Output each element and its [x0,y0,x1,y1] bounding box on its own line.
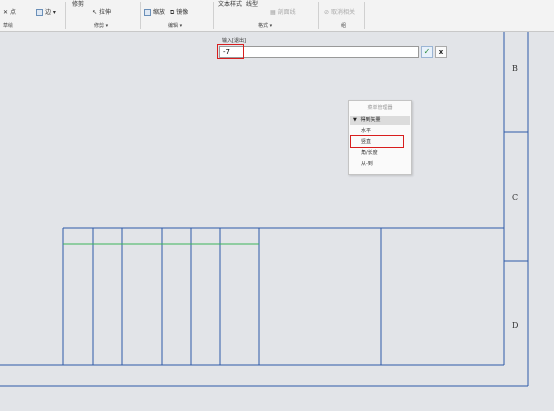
input-prompt-label: 输入[退出] [222,38,246,44]
checkmark-icon: ✓ [423,47,431,56]
zone-label-c: C [512,193,519,202]
point-button[interactable]: ✕ 点 [3,9,16,17]
cancel-related-button[interactable]: ⊘ 取消相关 [324,9,355,17]
edge-button[interactable]: 边 ▾ [45,9,56,17]
ribbon-separator [364,2,365,29]
zone-label-d: D [512,321,519,330]
scale-icon [144,9,151,16]
triangle-down-icon: ▼ [353,117,357,123]
group-format: 格式 ▾ [258,23,273,29]
trim-button[interactable]: 修剪 [72,1,84,9]
menu-item-angle-length[interactable]: 角/长度 [361,149,378,157]
group-edit: 编辑 ▾ [168,23,183,29]
mirror-label: 镜像 [176,9,189,16]
menu-title: 菜单管理器 [367,105,393,111]
mirror-button[interactable]: ⧉ 镜像 [170,9,188,17]
edge-label: 边 [45,9,52,16]
line-type-button[interactable]: 线型 [246,1,258,9]
point-label: 点 [9,9,16,16]
text-style-button[interactable]: 文本样式 [218,1,242,9]
ribbon-separator [318,2,319,29]
value-input[interactable]: -7 [219,46,419,58]
cancel-related-label: 取消相关 [330,9,355,16]
drawing-canvas[interactable] [0,32,554,411]
cross-hatch-button[interactable]: ▦ 剖面线 [270,9,296,17]
stretch-label: 拉伸 [98,9,111,16]
menu-highlight-box [350,135,404,148]
input-highlight-box [217,44,244,59]
close-icon: x [438,48,444,56]
edge-icon [36,9,43,16]
group-arrange: 组 [341,23,347,29]
stretch-button[interactable]: ↖ 拉伸 [92,9,111,17]
menu-item-from-to[interactable]: 从-到 [361,160,373,168]
ribbon-separator [140,2,141,29]
cross-hatch-label: 剖面线 [277,9,296,16]
ribbon-separator [65,2,66,29]
ribbon: ✕ 点 边 ▾ 草绘 修剪 ↖ 拉伸 修剪 ▾ 缩放 ⧉ 镜像 编辑 ▾ 文本样… [0,0,554,32]
menu-section-header[interactable]: ▼ 得到矢量 [350,116,410,125]
zone-label-b: B [512,64,518,73]
menu-item-horizontal[interactable]: 水平 [361,127,371,135]
group-sketch: 草绘 [3,23,14,29]
cancel-button[interactable]: x [435,46,447,58]
ribbon-separator [213,2,214,29]
menu-section-label: 得到矢量 [360,117,381,123]
group-trim: 修剪 ▾ [94,23,109,29]
scale-button[interactable]: 缩放 [153,9,165,17]
drawing-frame [0,32,529,387]
accept-button[interactable]: ✓ [421,46,433,58]
